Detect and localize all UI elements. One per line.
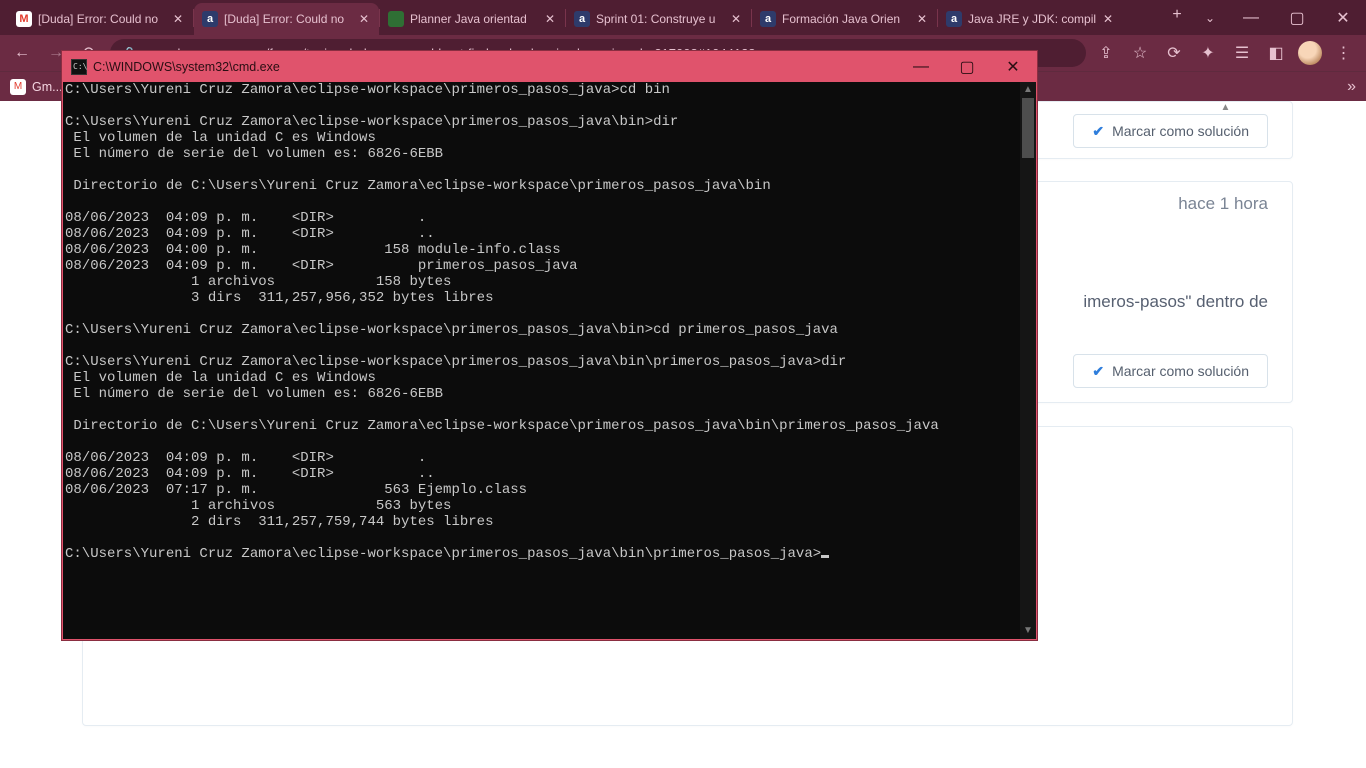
- cmd-window: C:\WINDOWS\system32\cmd.exe ― ▢ ✕ C:\Use…: [62, 51, 1037, 640]
- browser-tab[interactable]: a Formación Java Orien ✕: [752, 3, 937, 35]
- bookmark-star-icon[interactable]: ☆: [1126, 39, 1154, 67]
- browser-tab[interactable]: a [Duda] Error: Could no ✕: [194, 3, 379, 35]
- mark-solution-button[interactable]: ✔ Marcar como solución: [1073, 114, 1268, 148]
- browser-tab[interactable]: a Java JRE y JDK: compil ✕: [938, 3, 1123, 35]
- new-tab-button[interactable]: +: [1162, 0, 1192, 30]
- check-icon: ✔: [1092, 363, 1104, 380]
- browser-tab[interactable]: M [Duda] Error: Could no ✕: [8, 3, 193, 35]
- cmd-cursor: [821, 555, 829, 558]
- extensions-icon[interactable]: ✦: [1194, 39, 1222, 67]
- tab-close-icon[interactable]: ✕: [359, 12, 371, 26]
- tabstrip: M [Duda] Error: Could no ✕ a [Duda] Error: C…: [0, 0, 1162, 35]
- check-icon: ✔: [1092, 123, 1104, 140]
- tab-favicon: a: [574, 11, 590, 27]
- mark-solution-label: Marcar como solución: [1112, 363, 1249, 379]
- browser-titlebar: M [Duda] Error: Could no ✕ a [Duda] Error: C…: [0, 0, 1366, 35]
- cmd-close-button[interactable]: ✕: [990, 52, 1036, 82]
- mark-solution-button[interactable]: ✔ Marcar como solución: [1073, 354, 1268, 388]
- tab-favicon: a: [760, 11, 776, 27]
- window-maximize-button[interactable]: ▢: [1274, 0, 1320, 35]
- post-timestamp: hace 1 hora: [1178, 194, 1268, 214]
- tab-favicon: a: [946, 11, 962, 27]
- cmd-icon: [71, 59, 87, 75]
- reading-list-icon[interactable]: ☰: [1228, 39, 1256, 67]
- tab-favicon: [388, 11, 404, 27]
- side-panel-icon[interactable]: ◧: [1262, 39, 1290, 67]
- cmd-scrollbar[interactable]: ▲ ▼: [1020, 82, 1036, 639]
- scroll-down-icon[interactable]: ▼: [1020, 623, 1036, 639]
- bookmark-item[interactable]: M Gm...: [10, 79, 63, 95]
- window-close-button[interactable]: ✕: [1320, 0, 1366, 35]
- tab-label: Sprint 01: Construye u: [596, 12, 725, 26]
- cmd-minimize-button[interactable]: ―: [898, 52, 944, 82]
- tab-close-icon[interactable]: ✕: [731, 12, 743, 26]
- nav-back-button[interactable]: ←: [8, 39, 36, 67]
- tab-favicon: M: [16, 11, 32, 27]
- cmd-maximize-button[interactable]: ▢: [944, 52, 990, 82]
- scroll-thumb[interactable]: [1022, 98, 1034, 158]
- bookmark-label: Gm...: [32, 80, 63, 94]
- tab-close-icon[interactable]: ✕: [1103, 12, 1115, 26]
- cmd-output[interactable]: C:\Users\Yureni Cruz Zamora\eclipse-work…: [63, 82, 1020, 639]
- window-minimize-button[interactable]: ―: [1228, 0, 1274, 35]
- tab-overflow-button[interactable]: ⌄: [1192, 0, 1228, 35]
- tab-label: Formación Java Orien: [782, 12, 911, 26]
- bookmark-favicon: M: [10, 79, 26, 95]
- post-snippet: imeros-pasos" dentro de: [1083, 292, 1268, 312]
- tab-label: Planner Java orientad: [410, 12, 539, 26]
- tab-favicon: a: [202, 11, 218, 27]
- tab-label: [Duda] Error: Could no: [38, 12, 167, 26]
- tab-close-icon[interactable]: ✕: [545, 12, 557, 26]
- tab-label: [Duda] Error: Could no: [224, 12, 353, 26]
- kebab-menu-icon[interactable]: ⋮: [1330, 39, 1358, 67]
- share-icon[interactable]: ⇪: [1092, 39, 1120, 67]
- tab-label: Java JRE y JDK: compil: [968, 12, 1097, 26]
- tab-close-icon[interactable]: ✕: [917, 12, 929, 26]
- scroll-up-icon[interactable]: ▲: [1020, 82, 1036, 98]
- bookmarks-overflow-icon[interactable]: »: [1347, 78, 1356, 96]
- sync-icon[interactable]: ⟳: [1160, 39, 1188, 67]
- cmd-titlebar[interactable]: C:\WINDOWS\system32\cmd.exe ― ▢ ✕: [63, 52, 1036, 82]
- profile-avatar[interactable]: [1296, 39, 1324, 67]
- cmd-title-text: C:\WINDOWS\system32\cmd.exe: [93, 60, 898, 74]
- browser-tab[interactable]: Planner Java orientad ✕: [380, 3, 565, 35]
- tab-close-icon[interactable]: ✕: [173, 12, 185, 26]
- card-scroll-up-icon[interactable]: ▲: [1219, 102, 1232, 115]
- browser-tab[interactable]: a Sprint 01: Construye u ✕: [566, 3, 751, 35]
